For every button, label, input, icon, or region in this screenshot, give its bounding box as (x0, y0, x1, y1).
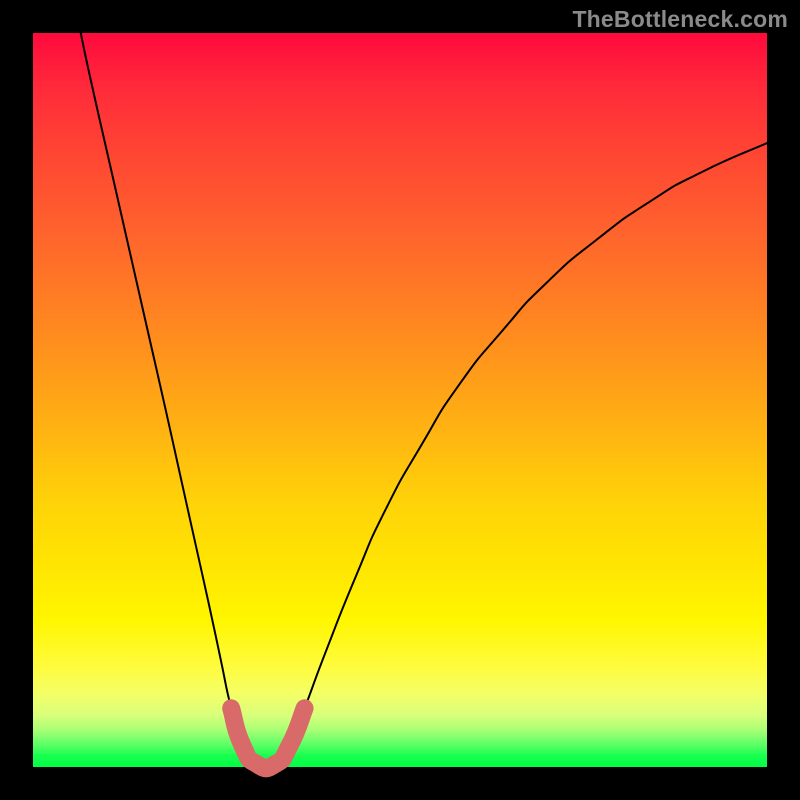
watermark-text: TheBottleneck.com (572, 6, 788, 33)
curve-svg (33, 33, 767, 767)
highlight-band-path (231, 708, 304, 768)
bottleneck-curve-path (81, 33, 767, 768)
chart-frame: TheBottleneck.com (0, 0, 800, 800)
plot-area (33, 33, 767, 767)
